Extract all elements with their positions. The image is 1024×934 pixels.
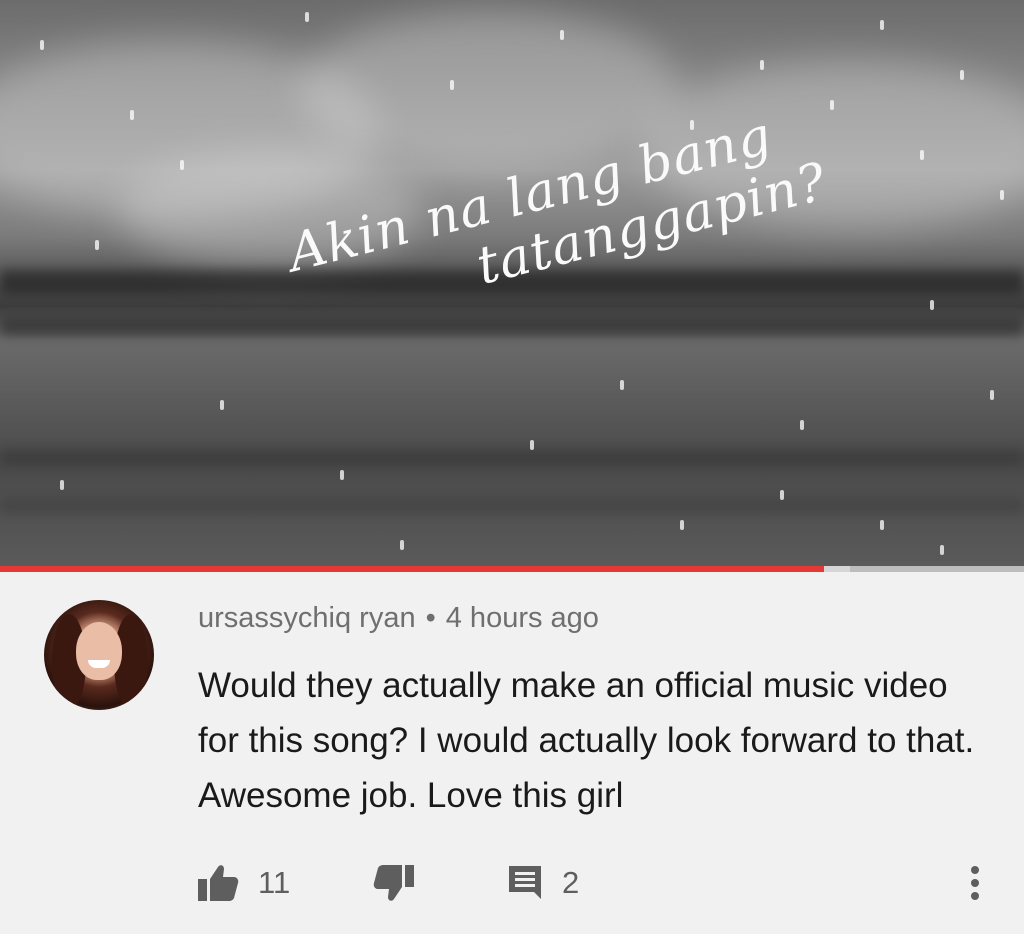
reply-count: 2 <box>562 865 580 900</box>
meta-separator: • <box>425 602 436 634</box>
comment-author[interactable]: ursassychiq ryan <box>198 602 416 634</box>
avatar[interactable] <box>44 600 154 710</box>
comment-timestamp: 4 hours ago <box>445 602 599 634</box>
more-options-button[interactable] <box>960 858 990 908</box>
video-player[interactable]: Akin na lang bang tatanggapin? <box>0 0 1024 566</box>
comment-icon <box>506 863 544 903</box>
comment-item: ursassychiq ryan • 4 hours ago Would they … <box>0 572 1024 934</box>
comment-actions: 11 2 <box>0 858 1024 908</box>
more-vertical-icon <box>970 865 980 901</box>
reply-button[interactable]: 2 <box>506 858 579 908</box>
comment-meta: ursassychiq ryan • 4 hours ago <box>198 602 599 635</box>
like-button[interactable]: 11 <box>196 858 290 908</box>
comment-text: Would they actually make an official mus… <box>198 666 975 815</box>
thumbs-up-icon <box>196 863 240 903</box>
dislike-button[interactable] <box>372 858 416 908</box>
thumbs-down-icon <box>372 863 416 903</box>
like-count: 11 <box>258 865 291 900</box>
